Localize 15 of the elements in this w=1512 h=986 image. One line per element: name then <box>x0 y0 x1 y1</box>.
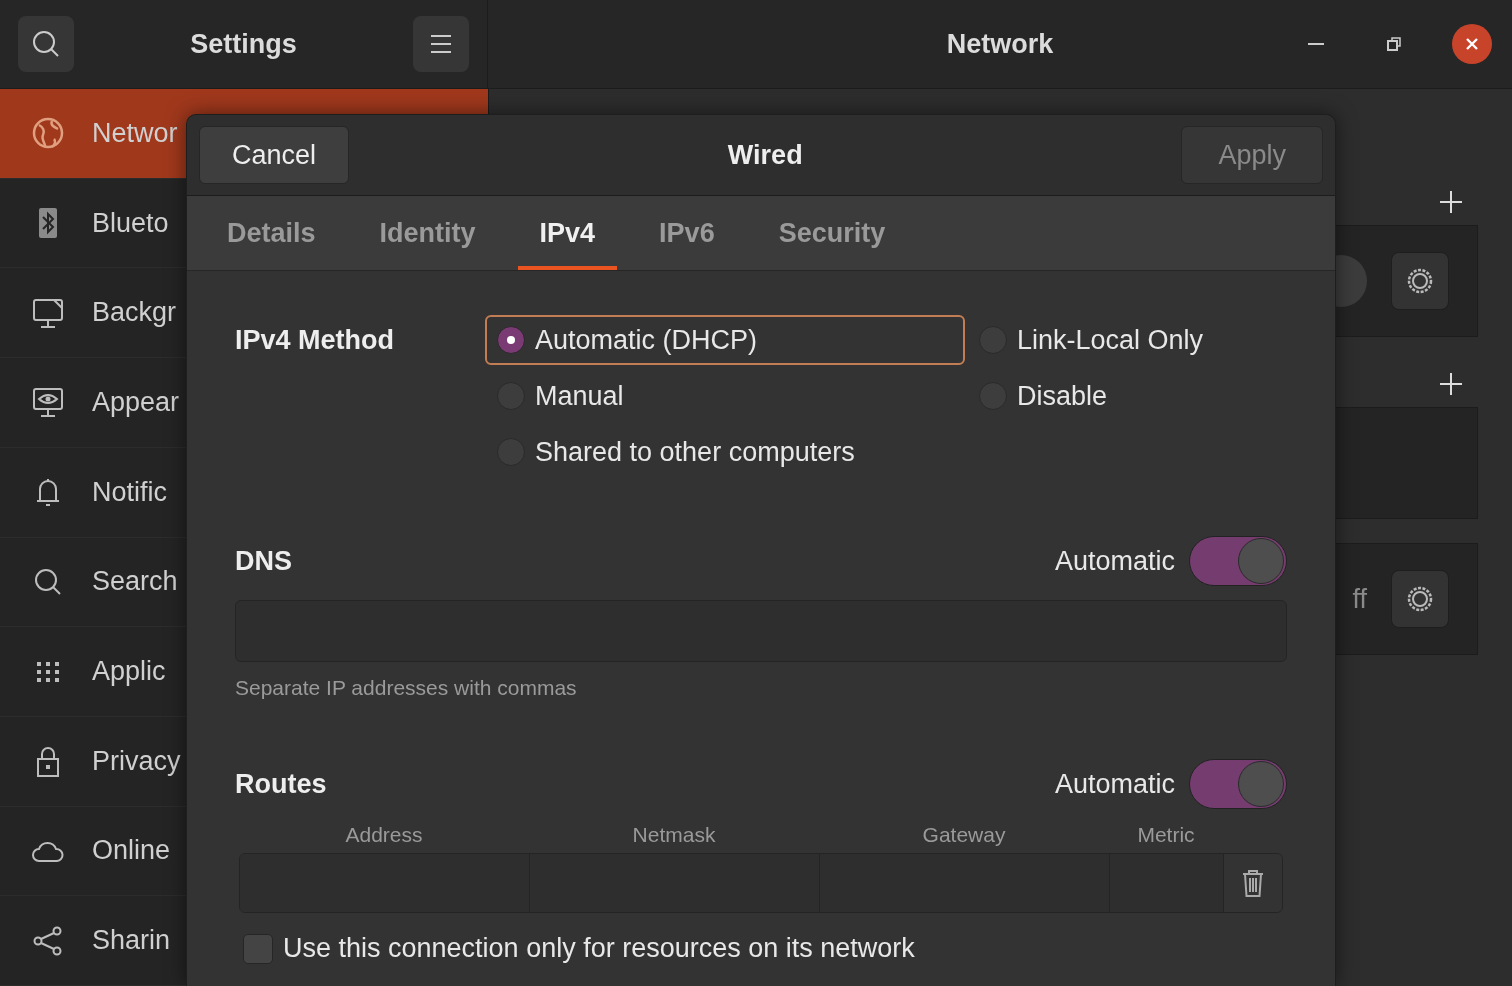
column-header: Netmask <box>631 823 717 848</box>
column-header: Gateway <box>921 823 1007 848</box>
column-header: Address <box>344 823 424 848</box>
status-label: ff <box>1352 583 1367 615</box>
checkbox-label: Use this connection only for resources on its network <box>283 933 915 964</box>
dialog-title: Wired <box>727 139 803 171</box>
section-label: IPv4 Method <box>235 324 396 357</box>
column-header: Metric <box>1136 823 1196 848</box>
page-title: Network <box>946 28 1054 60</box>
toggle-label: Automatic <box>1054 545 1175 577</box>
section-label: DNS <box>235 545 292 577</box>
app-title: Settings <box>190 28 297 60</box>
hint-text: Separate IP addresses with commas <box>235 676 578 700</box>
section-label: Routes <box>235 768 327 800</box>
toggle-label: Automatic <box>1054 768 1175 800</box>
